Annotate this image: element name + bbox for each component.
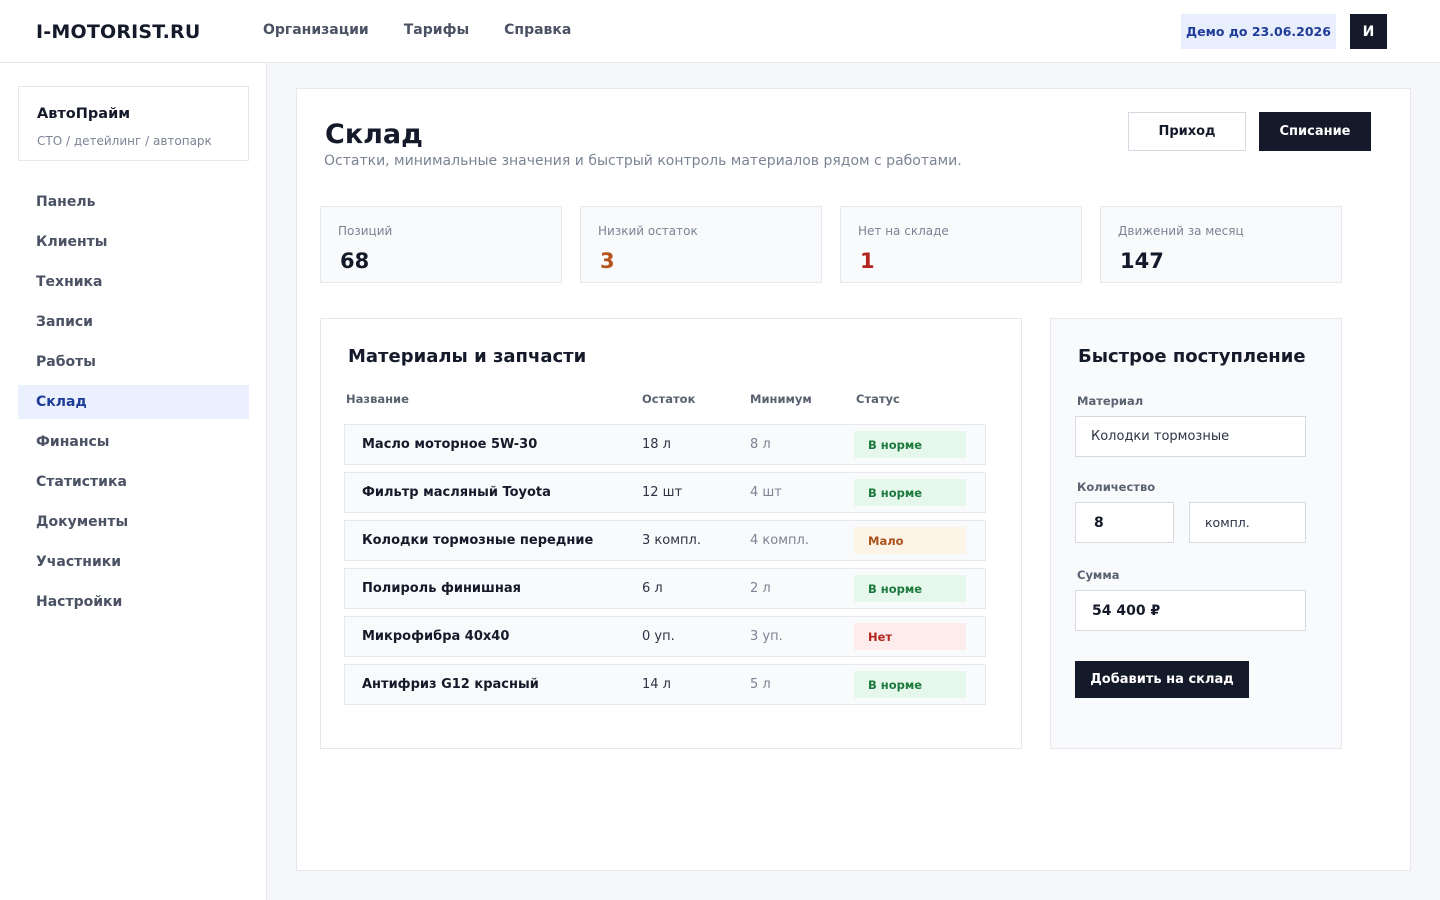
stat-value: 1 <box>860 249 875 273</box>
stat-label: Движений за месяц <box>1118 224 1244 238</box>
stat-label: Позиций <box>338 224 393 238</box>
status-badge: В норме <box>854 479 966 506</box>
sidebar: АвтоПрайм СТО / детейлинг / автопарк Пан… <box>0 63 267 900</box>
org-subtitle: СТО / детейлинг / автопарк <box>37 134 212 148</box>
cell-name: Антифриз G12 красный <box>362 677 539 692</box>
quantity-label: Количество <box>1077 480 1156 494</box>
demo-badge[interactable]: Демо до 23.06.2026 <box>1181 14 1336 49</box>
cell-stock: 3 компл. <box>642 533 701 548</box>
cell-minimum: 4 компл. <box>750 533 809 548</box>
table-row[interactable]: Масло моторное 5W-30 18 л 8 л В норме <box>344 424 986 465</box>
material-label: Материал <box>1077 394 1144 408</box>
cell-name: Микрофибра 40x40 <box>362 629 510 644</box>
sum-input[interactable]: 54 400 ₽ <box>1075 590 1306 631</box>
sum-label: Сумма <box>1077 568 1120 582</box>
sidebar-item-warehouse[interactable]: Склад <box>18 385 249 419</box>
cell-minimum: 5 л <box>750 677 771 692</box>
column-header-minimum: Минимум <box>750 392 812 406</box>
materials-title: Материалы и запчасти <box>348 346 587 367</box>
table-row[interactable]: Микрофибра 40x40 0 уп. 3 уп. Нет <box>344 616 986 657</box>
column-header-name: Название <box>346 392 409 406</box>
add-to-warehouse-button[interactable]: Добавить на склад <box>1075 661 1249 698</box>
stat-label: Низкий остаток <box>598 224 698 238</box>
top-nav: Организации Тарифы Справка <box>263 22 606 38</box>
cell-name: Колодки тормозные передние <box>362 533 594 548</box>
sidebar-item-works[interactable]: Работы <box>18 345 249 379</box>
org-name: АвтоПрайм <box>37 106 131 122</box>
top-bar: I-MOTORIST.RU Организации Тарифы Справка… <box>0 0 1440 63</box>
cell-stock: 6 л <box>642 581 663 596</box>
status-badge: В норме <box>854 671 966 698</box>
table-row[interactable]: Фильтр масляный Toyota 12 шт 4 шт В норм… <box>344 472 986 513</box>
cell-minimum: 8 л <box>750 437 771 452</box>
material-input[interactable]: Колодки тормозные <box>1075 416 1306 457</box>
table-row[interactable]: Полироль финишная 6 л 2 л В норме <box>344 568 986 609</box>
stat-value: 147 <box>1120 249 1164 273</box>
quantity-input[interactable]: 8 <box>1075 502 1174 543</box>
status-badge: Нет <box>854 623 966 650</box>
sidebar-item-finance[interactable]: Финансы <box>18 425 249 459</box>
stat-value: 3 <box>600 249 615 273</box>
cell-name: Полироль финишная <box>362 581 521 596</box>
avatar[interactable]: И <box>1350 14 1387 49</box>
table-row[interactable]: Колодки тормозные передние 3 компл. 4 ко… <box>344 520 986 561</box>
main-card: Склад Остатки, минимальные значения и бы… <box>296 88 1411 871</box>
column-header-stock: Остаток <box>642 392 696 406</box>
cell-stock: 0 уп. <box>642 629 675 644</box>
stat-card-low-stock: Низкий остаток 3 <box>580 206 822 283</box>
stat-card-out-of-stock: Нет на складе 1 <box>840 206 1082 283</box>
sidebar-item-settings[interactable]: Настройки <box>18 585 249 619</box>
page-title: Склад <box>325 119 423 150</box>
status-badge: В норме <box>854 431 966 458</box>
sidebar-nav: Панель Клиенты Техника Записи Работы Скл… <box>18 185 249 625</box>
cell-minimum: 4 шт <box>750 485 782 500</box>
stat-card-positions: Позиций 68 <box>320 206 562 283</box>
income-button[interactable]: Приход <box>1128 112 1246 151</box>
quick-receipt-title: Быстрое поступление <box>1078 346 1306 367</box>
top-nav-tariffs[interactable]: Тарифы <box>404 22 469 38</box>
page-subtitle: Остатки, минимальные значения и быстрый … <box>324 153 962 169</box>
status-badge: Мало <box>854 527 966 554</box>
top-nav-help[interactable]: Справка <box>504 22 571 38</box>
column-header-status: Статус <box>856 392 900 406</box>
org-card[interactable]: АвтоПрайм СТО / детейлинг / автопарк <box>18 86 249 161</box>
stat-card-movements: Движений за месяц 147 <box>1100 206 1342 283</box>
status-badge: В норме <box>854 575 966 602</box>
quick-receipt-panel: Быстрое поступление Материал Колодки тор… <box>1050 318 1342 749</box>
cell-minimum: 2 л <box>750 581 771 596</box>
top-nav-organizations[interactable]: Организации <box>263 22 369 38</box>
stat-label: Нет на складе <box>858 224 949 238</box>
unit-input[interactable]: компл. <box>1189 502 1306 543</box>
cell-stock: 18 л <box>642 437 671 452</box>
writeoff-button[interactable]: Списание <box>1259 112 1371 151</box>
cell-name: Масло моторное 5W-30 <box>362 437 538 452</box>
sidebar-item-vehicles[interactable]: Техника <box>18 265 249 299</box>
cell-name: Фильтр масляный Toyota <box>362 485 551 500</box>
cell-minimum: 3 уп. <box>750 629 783 644</box>
cell-stock: 12 шт <box>642 485 683 500</box>
sidebar-item-members[interactable]: Участники <box>18 545 249 579</box>
table-row[interactable]: Антифриз G12 красный 14 л 5 л В норме <box>344 664 986 705</box>
sidebar-item-clients[interactable]: Клиенты <box>18 225 249 259</box>
sidebar-item-statistics[interactable]: Статистика <box>18 465 249 499</box>
cell-stock: 14 л <box>642 677 671 692</box>
stat-value: 68 <box>340 249 370 273</box>
logo[interactable]: I-MOTORIST.RU <box>36 21 200 43</box>
sidebar-item-documents[interactable]: Документы <box>18 505 249 539</box>
sidebar-item-appointments[interactable]: Записи <box>18 305 249 339</box>
materials-panel: Материалы и запчасти Название Остаток Ми… <box>320 318 1022 749</box>
sidebar-item-panel[interactable]: Панель <box>18 185 249 219</box>
